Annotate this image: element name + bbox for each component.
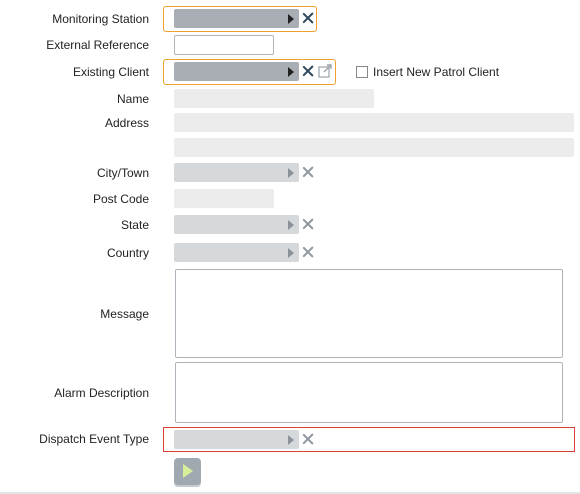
play-icon xyxy=(183,464,193,478)
country-clear-icon xyxy=(302,246,314,258)
message-textarea[interactable] xyxy=(175,269,563,358)
triangle-right-icon xyxy=(288,248,294,258)
triangle-right-icon xyxy=(288,168,294,178)
name-label: Name xyxy=(116,92,149,106)
name-field xyxy=(174,89,374,108)
monitoring-station-clear-icon[interactable] xyxy=(302,12,314,24)
alarm-description-textarea[interactable] xyxy=(175,362,563,423)
city-town-clear-icon xyxy=(302,166,314,178)
state-label: State xyxy=(120,218,149,232)
country-select xyxy=(174,243,299,262)
alarm-description-label: Alarm Description xyxy=(54,386,149,400)
insert-new-patrol-client-checkbox[interactable] xyxy=(356,66,368,78)
existing-client-select[interactable] xyxy=(174,62,299,81)
city-town-label: City/Town xyxy=(96,166,149,180)
triangle-right-icon[interactable] xyxy=(288,67,294,77)
message-label: Message xyxy=(100,307,149,321)
state-select xyxy=(174,215,299,234)
triangle-right-icon[interactable] xyxy=(288,14,294,24)
dispatch-event-type-clear-icon[interactable] xyxy=(302,433,314,445)
triangle-right-icon xyxy=(288,220,294,230)
monitoring-station-label: Monitoring Station xyxy=(52,12,149,26)
post-code-label: Post Code xyxy=(92,192,149,206)
city-town-select xyxy=(174,163,299,182)
post-code-field xyxy=(174,189,274,208)
triangle-right-icon[interactable] xyxy=(288,435,294,445)
address-label: Address xyxy=(104,116,149,130)
country-label: Country xyxy=(106,246,149,260)
monitoring-station-select[interactable] xyxy=(174,9,299,28)
address-line2-field xyxy=(174,138,574,157)
dispatch-event-type-label: Dispatch Event Type xyxy=(39,432,149,446)
insert-new-patrol-client-label[interactable]: Insert New Patrol Client xyxy=(373,65,499,79)
existing-client-label: Existing Client xyxy=(72,65,149,79)
address-line1-field xyxy=(174,113,574,132)
external-link-icon[interactable] xyxy=(318,64,332,78)
existing-client-clear-icon[interactable] xyxy=(302,65,314,77)
submit-button[interactable] xyxy=(174,458,201,485)
external-reference-label: External Reference xyxy=(46,38,149,52)
external-reference-input[interactable] xyxy=(174,35,274,55)
state-clear-icon xyxy=(302,218,314,230)
dispatch-event-type-select[interactable] xyxy=(174,430,299,449)
